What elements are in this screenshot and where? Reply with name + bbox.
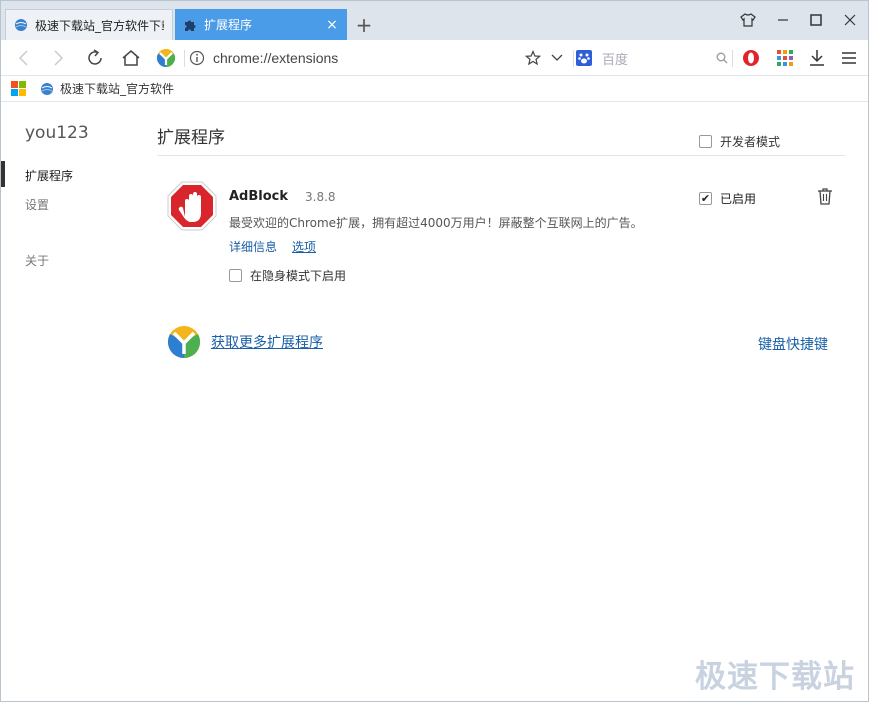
- apps-shortcut-icon[interactable]: [11, 81, 26, 96]
- chevron-down-icon: [551, 54, 563, 61]
- download-button[interactable]: [804, 45, 830, 71]
- address-bar[interactable]: chrome://extensions: [189, 44, 573, 72]
- trash-icon[interactable]: [817, 188, 833, 205]
- toolbar-separator: [184, 50, 185, 67]
- incognito-checkbox[interactable]: [229, 269, 242, 282]
- sidebar-item-about[interactable]: 关于: [25, 252, 49, 269]
- globe-icon: [41, 82, 53, 95]
- opera-extension-button[interactable]: [738, 45, 764, 71]
- skin-button[interactable]: [731, 7, 765, 33]
- bookmarks-bar: 极速下载站_官方软件: [1, 76, 868, 102]
- close-icon: [844, 14, 856, 26]
- browser-logo-button[interactable]: [153, 45, 179, 71]
- bookmark-label: 极速下载站_官方软件: [60, 82, 175, 96]
- developer-mode-checkbox[interactable]: [699, 135, 712, 148]
- bookmark-item[interactable]: 极速下载站_官方软件: [40, 80, 174, 97]
- tab-title: 极速下载站_官方软件下载: [35, 18, 164, 33]
- star-icon: [525, 50, 541, 66]
- enabled-label: 已启用: [720, 192, 757, 206]
- adblock-hand-icon: [167, 181, 217, 231]
- skin-icon: [740, 13, 756, 27]
- toolbar-separator: [732, 50, 733, 67]
- extension-enabled-toggle[interactable]: ✔ 已启用: [699, 190, 756, 207]
- minimize-button[interactable]: [766, 7, 800, 33]
- forward-arrow-icon: [54, 50, 64, 66]
- extension-description: 最受欢迎的Chrome扩展，拥有超过4000万用户！屏蔽整个互联网上的广告。: [229, 216, 643, 230]
- extensions-page: you123 扩展程序 设置 关于 扩展程序 开发者模式 AdBlock 3.8…: [1, 103, 868, 701]
- extension-name: AdBlock: [229, 189, 289, 204]
- apps-grid-icon: [777, 50, 793, 66]
- keyboard-shortcuts-link[interactable]: 键盘快捷键: [758, 334, 828, 354]
- maximize-icon: [810, 14, 822, 26]
- minimize-icon: [778, 19, 788, 21]
- home-icon: [122, 50, 140, 66]
- title-divider: [157, 155, 845, 156]
- globe-icon: [15, 19, 27, 31]
- download-icon: [810, 50, 824, 66]
- developer-mode-toggle[interactable]: 开发者模式: [699, 133, 780, 150]
- sidebar-item-settings[interactable]: 设置: [25, 196, 49, 213]
- toolbar-separator: [573, 50, 574, 67]
- back-arrow-icon: [18, 50, 28, 66]
- tab-jisu-download[interactable]: 极速下载站_官方软件下载: [5, 9, 173, 40]
- puzzle-icon: [185, 20, 196, 31]
- search-input[interactable]: 百度: [602, 49, 716, 68]
- maximize-button[interactable]: [799, 7, 833, 33]
- address-dropdown-button[interactable]: [544, 45, 570, 71]
- watermark: 极速下载站: [695, 659, 855, 695]
- get-more-extensions-link[interactable]: 获取更多扩展程序: [211, 332, 323, 352]
- page-title: 扩展程序: [157, 128, 225, 148]
- apps-button[interactable]: [772, 45, 798, 71]
- incognito-toggle[interactable]: 在隐身模式下启用: [229, 267, 346, 284]
- enabled-checkbox[interactable]: ✔: [699, 192, 712, 205]
- reload-icon: [88, 49, 102, 65]
- browser-logo-icon: [156, 49, 176, 67]
- search-box[interactable]: 百度: [576, 44, 728, 72]
- sidebar-item-extensions[interactable]: 扩展程序: [25, 167, 73, 184]
- new-tab-button[interactable]: +: [353, 13, 375, 37]
- bookmark-star-button[interactable]: [520, 45, 546, 71]
- reload-button[interactable]: [82, 45, 108, 71]
- close-window-button[interactable]: [833, 7, 867, 33]
- tab-title: 扩展程序: [204, 18, 253, 32]
- extension-details-link[interactable]: 详细信息: [229, 238, 277, 255]
- browser-logo-icon: [167, 326, 201, 359]
- opera-icon: [743, 50, 759, 66]
- tab-strip: 极速下载站_官方软件下载 扩展程序 × +: [1, 1, 868, 40]
- incognito-label: 在隐身模式下启用: [250, 269, 347, 283]
- info-icon[interactable]: [189, 50, 205, 66]
- forward-button[interactable]: [45, 45, 71, 71]
- extension-version: 3.8.8: [305, 190, 336, 204]
- menu-button[interactable]: [836, 45, 862, 71]
- profile-name: you123: [25, 123, 89, 143]
- url-text[interactable]: chrome://extensions: [213, 50, 338, 66]
- tab-extensions[interactable]: 扩展程序 ×: [175, 9, 347, 40]
- hamburger-menu-icon: [842, 52, 856, 64]
- nav-selected-indicator: [1, 161, 5, 187]
- get-more-extensions[interactable]: 获取更多扩展程序: [167, 325, 323, 359]
- developer-mode-label: 开发者模式: [720, 135, 781, 149]
- sidebar: you123 扩展程序 设置 关于: [1, 103, 141, 701]
- extension-options-link[interactable]: 选项: [292, 238, 316, 255]
- browser-window: 极速下载站_官方软件下载 扩展程序 × + chrome://extension…: [0, 0, 869, 702]
- baidu-paw-icon[interactable]: [576, 50, 592, 66]
- search-icon[interactable]: [716, 52, 728, 64]
- toolbar: chrome://extensions 百度: [1, 40, 868, 76]
- back-button[interactable]: [11, 45, 37, 71]
- home-button[interactable]: [118, 45, 144, 71]
- tab-close-button[interactable]: ×: [325, 17, 339, 33]
- extension-item-adblock: AdBlock 3.8.8 最受欢迎的Chrome扩展，拥有超过4000万用户！…: [157, 173, 845, 293]
